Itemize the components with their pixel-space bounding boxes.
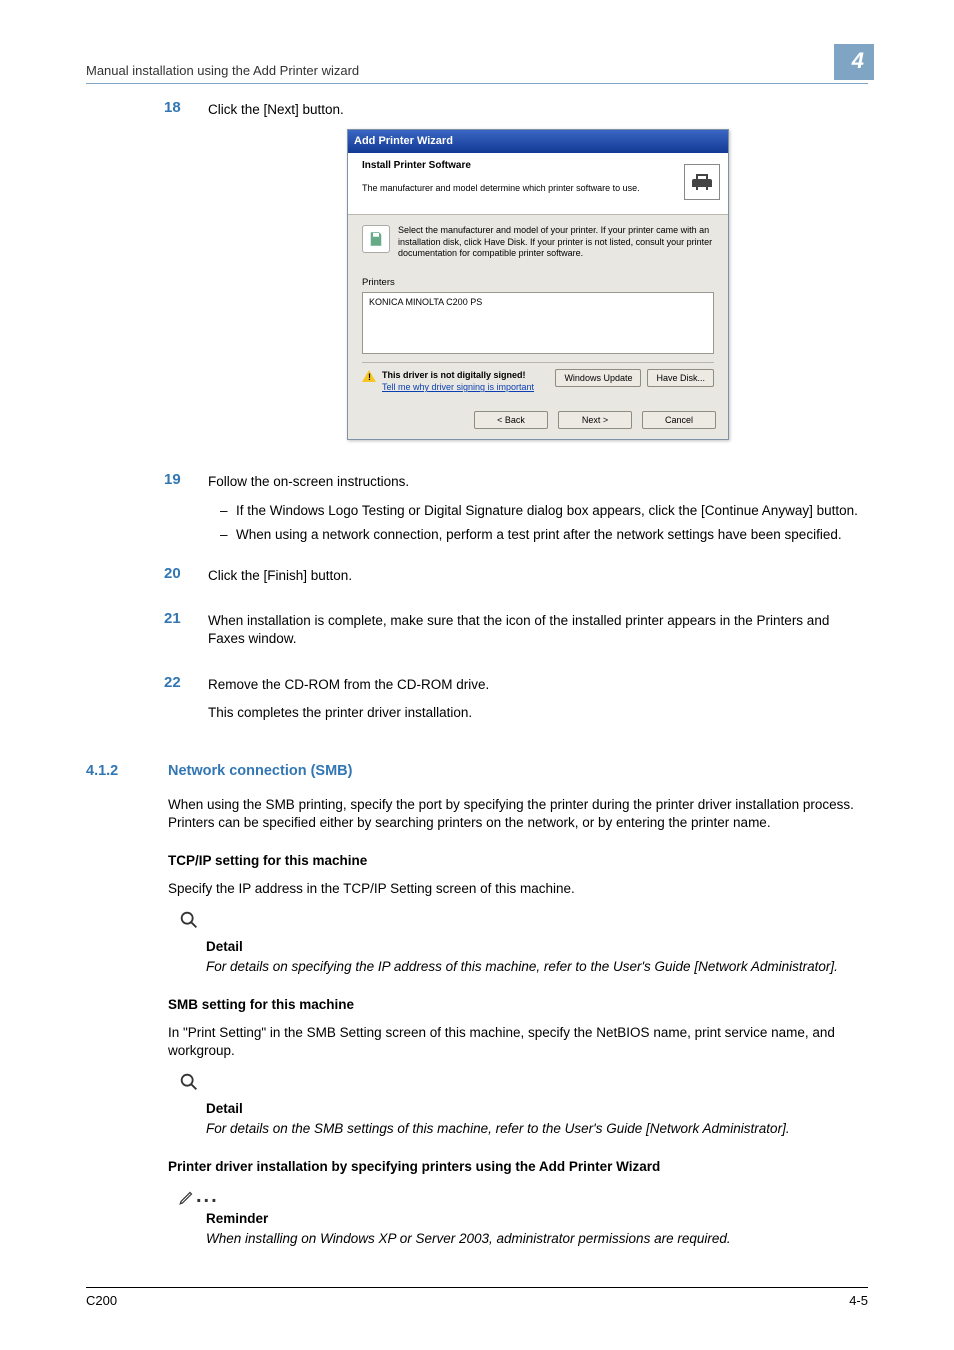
step-after-text: This completes the printer driver instal… <box>208 704 868 722</box>
step-number: 18 <box>86 98 208 457</box>
warn-text-bold: This driver is not digitally signed! <box>382 369 534 381</box>
detail-body: For details on specifying the IP address… <box>206 958 868 976</box>
step-number: 19 <box>86 470 208 550</box>
smb-detail-note: Detail For details on the SMB settings o… <box>186 1071 868 1138</box>
disk-icon <box>362 225 390 253</box>
reminder-body: When installing on Windows XP or Server … <box>206 1230 868 1248</box>
step-text: Follow the on-screen instructions. <box>208 473 868 491</box>
section-number: 4.1.2 <box>86 762 164 782</box>
dialog-titlebar: Add Printer Wizard <box>348 130 728 153</box>
header-title: Manual installation using the Add Printe… <box>86 62 359 80</box>
dialog-info-text: Select the manufacturer and model of you… <box>398 225 714 259</box>
reminder-title: Reminder <box>206 1210 868 1228</box>
footer-right: 4-5 <box>849 1292 868 1310</box>
step-sublist: If the Windows Logo Testing or Digital S… <box>208 502 868 544</box>
dialog-header-subtitle: The manufacturer and model determine whi… <box>362 182 640 194</box>
reminder-note: ... Reminder When installing on Windows … <box>186 1186 868 1248</box>
step-number: 22 <box>86 673 208 732</box>
magnifier-icon <box>178 1071 200 1098</box>
magnifier-icon <box>178 909 200 936</box>
printers-listbox[interactable]: KONICA MINOLTA C200 PS <box>362 292 714 354</box>
page-footer: C200 4-5 <box>86 1287 868 1310</box>
dialog-nav-buttons: < Back Next > Cancel <box>348 401 728 439</box>
page-header: Manual installation using the Add Printe… <box>86 44 868 84</box>
sublist-item: When using a network connection, perform… <box>236 526 868 544</box>
cancel-button[interactable]: Cancel <box>642 411 716 429</box>
chapter-number: 4 <box>834 44 874 80</box>
printers-list-label: Printers <box>362 277 714 290</box>
step-number: 21 <box>86 609 208 658</box>
step-18: 18 Click the [Next] button. Add Printer … <box>86 98 868 457</box>
printer-icon <box>684 164 720 200</box>
step-19: 19 Follow the on-screen instructions. If… <box>86 470 868 550</box>
section-intro: When using the SMB printing, specify the… <box>168 796 868 832</box>
smb-body: In "Print Setting" in the SMB Setting sc… <box>168 1024 868 1060</box>
dialog-header: Install Printer Software The manufacture… <box>348 153 728 216</box>
step-22: 22 Remove the CD-ROM from the CD-ROM dri… <box>86 673 868 732</box>
warn-link[interactable]: Tell me why driver signing is important <box>382 381 534 393</box>
step-20: 20 Click the [Finish] button. <box>86 564 868 595</box>
warning-icon <box>362 369 376 383</box>
next-button[interactable]: Next > <box>558 411 632 429</box>
detail-title: Detail <box>206 938 868 956</box>
printers-list-item[interactable]: KONICA MINOLTA C200 PS <box>369 296 707 308</box>
footer-left: C200 <box>86 1292 117 1310</box>
sublist-item: If the Windows Logo Testing or Digital S… <box>236 502 868 520</box>
back-button[interactable]: < Back <box>474 411 548 429</box>
smb-heading: SMB setting for this machine <box>168 996 868 1014</box>
step-text: Click the [Finish] button. <box>208 567 868 585</box>
tcpip-detail-note: Detail For details on specifying the IP … <box>186 909 868 976</box>
pencil-icon: ... <box>178 1186 219 1208</box>
step-body: Click the [Next] button. Add Printer Wiz… <box>208 98 868 457</box>
windows-update-button[interactable]: Windows Update <box>555 369 641 387</box>
tcpip-heading: TCP/IP setting for this machine <box>168 852 868 870</box>
detail-title: Detail <box>206 1100 868 1118</box>
step-text: When installation is complete, make sure… <box>208 612 868 648</box>
detail-body: For details on the SMB settings of this … <box>206 1120 868 1138</box>
paragraph: When using the SMB printing, specify the… <box>168 796 868 832</box>
dialog-info-row: Select the manufacturer and model of you… <box>362 225 714 259</box>
driver-signing-row: This driver is not digitally signed! Tel… <box>362 362 714 393</box>
have-disk-button[interactable]: Have Disk... <box>647 369 714 387</box>
step-number: 20 <box>86 564 208 595</box>
section-heading: 4.1.2 Network connection (SMB) <box>86 762 868 782</box>
step-21: 21 When installation is complete, make s… <box>86 609 868 658</box>
section-title: Network connection (SMB) <box>164 762 868 782</box>
driver-install-heading: Printer driver installation by specifyin… <box>168 1158 868 1176</box>
step-text: Remove the CD-ROM from the CD-ROM drive. <box>208 676 868 694</box>
tcpip-body: Specify the IP address in the TCP/IP Set… <box>168 880 868 898</box>
step-text: Click the [Next] button. <box>208 101 868 119</box>
dialog-header-title: Install Printer Software <box>362 159 640 173</box>
add-printer-wizard-dialog: Add Printer Wizard Install Printer Softw… <box>347 129 729 440</box>
